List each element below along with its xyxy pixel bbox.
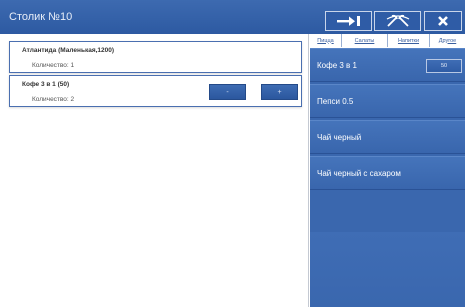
product-label: Чай черный с сахаром	[317, 169, 401, 178]
tab-other[interactable]: Другое	[430, 34, 465, 47]
product-label: Пепси 0.5	[317, 97, 354, 106]
product-black-tea[interactable]: Чай черный	[310, 120, 465, 154]
order-item-quantity: Количество: 1	[32, 62, 75, 69]
order-item[interactable]: Кофе 3 в 1 (50) Количество: 2 - +	[9, 75, 302, 107]
transfer-button[interactable]	[325, 11, 372, 31]
product-black-tea-sugar[interactable]: Чай черный с сахаром	[310, 156, 465, 190]
order-item-quantity: Количество: 2	[32, 96, 75, 103]
order-item-name: Атлантида (Маленькая,1200)	[22, 47, 115, 54]
tab-pizza[interactable]: Пицца	[310, 34, 342, 47]
window-title: Столик №10	[9, 11, 73, 23]
close-icon	[437, 15, 449, 27]
product-pepsi[interactable]: Пепси 0.5	[310, 84, 465, 118]
tab-salads[interactable]: Салаты	[342, 34, 388, 47]
product-label: Кофе 3 в 1	[317, 61, 357, 70]
decrease-quantity-button[interactable]: -	[209, 84, 246, 100]
order-item[interactable]: Атлантида (Маленькая,1200) Количество: 1	[9, 41, 302, 73]
increase-quantity-button[interactable]: +	[261, 84, 298, 100]
product-coffee-3in1[interactable]: Кофе 3 в 1 50	[310, 48, 465, 82]
product-label: Чай черный	[317, 133, 362, 142]
empty-product-area	[310, 232, 465, 307]
order-item-name: Кофе 3 в 1 (50)	[22, 81, 70, 88]
close-button[interactable]	[424, 11, 462, 31]
tools-button[interactable]	[374, 11, 421, 31]
title-bar: Столик №10	[0, 0, 465, 34]
category-tabs: Пицца Салаты Напитки Другое	[310, 34, 465, 48]
order-panel: Атлантида (Маленькая,1200) Количество: 1…	[0, 34, 309, 307]
tab-drinks[interactable]: Напитки	[388, 34, 430, 47]
product-count-badge: 50	[426, 59, 462, 73]
menu-panel: Пицца Салаты Напитки Другое Кофе 3 в 1 5…	[310, 34, 465, 307]
tools-icon	[384, 14, 412, 28]
transfer-icon	[334, 15, 364, 27]
